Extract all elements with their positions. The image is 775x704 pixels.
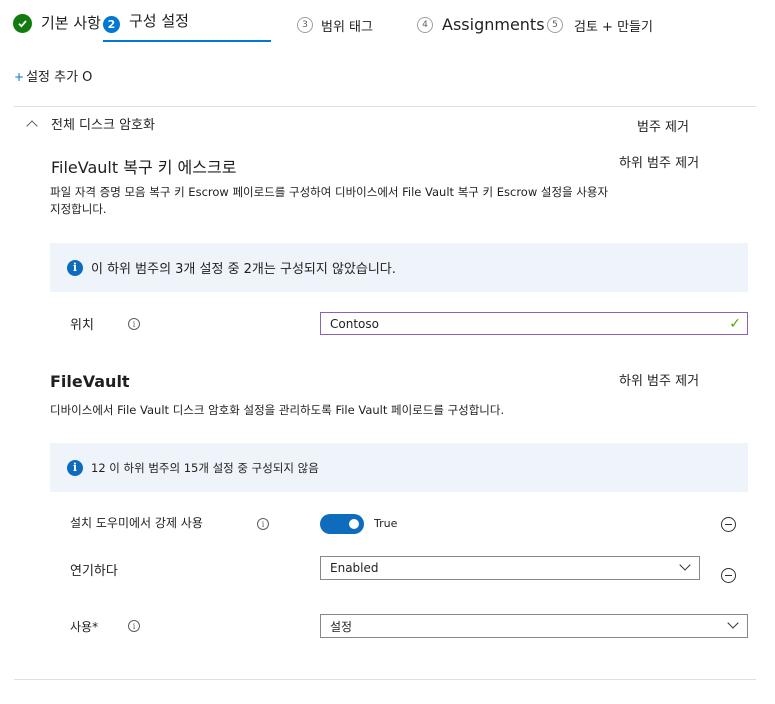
chevron-down-icon — [727, 617, 739, 629]
add-setting-label: 설정 추가 O — [26, 70, 93, 85]
step-configuration-settings[interactable]: 구성 설정 — [129, 10, 189, 31]
step-complete-icon — [13, 14, 32, 33]
defer-dropdown[interactable]: Enabled — [320, 556, 700, 580]
remove-filevault-subcategory-button[interactable]: 하위 범주 제거 — [619, 370, 699, 389]
enable-value: 설정 — [330, 619, 353, 634]
filevault-description: 디바이스에서 File Vault 디스크 암호화 설정을 관리하도록 File… — [50, 403, 505, 417]
enable-label: 사용* — [70, 620, 99, 634]
remove-category-button[interactable]: 범주 제거 — [637, 116, 689, 135]
defer-label: 연기하다 — [70, 564, 118, 579]
step-number-3: 3 — [297, 17, 313, 33]
plus-icon: + — [14, 70, 25, 84]
escrow-info-text: 이 하위 범주의 3개 설정 중 2개는 구성되지 않았습니다. — [91, 262, 396, 277]
step-review-create[interactable]: 검토 + 만들기 — [574, 16, 653, 35]
location-value: Contoso — [330, 316, 379, 331]
escrow-subcategory-title: FileVault 복구 키 에스크로 — [51, 158, 237, 177]
location-info-icon[interactable]: i — [128, 318, 140, 330]
chevron-down-icon — [679, 559, 691, 571]
filevault-info-text: 12 이 하위 범주의 15개 설정 중 구성되지 않음 — [91, 460, 319, 475]
add-setting-button[interactable]: + 설정 추가 O — [14, 66, 92, 85]
step-number-2: 2 — [103, 16, 120, 33]
collapse-chevron-icon[interactable] — [26, 120, 38, 132]
category-title: 전체 디스크 암호화 — [51, 118, 155, 133]
enable-info-icon[interactable]: i — [128, 620, 140, 632]
info-icon: i — [67, 459, 83, 476]
info-icon: i — [67, 259, 83, 276]
toggle-knob — [349, 519, 359, 529]
defer-value: Enabled — [330, 561, 379, 575]
step-scope-tags[interactable]: 범위 태그 — [321, 16, 373, 35]
remove-escrow-subcategory-button[interactable]: 하위 범주 제거 — [619, 152, 699, 171]
filevault-info-banner: i 12 이 하위 범주의 15개 설정 중 구성되지 않음 — [50, 443, 748, 492]
remove-defer-setting-icon[interactable] — [721, 568, 736, 583]
valid-check-icon: ✓ — [729, 316, 741, 332]
divider-top — [14, 106, 756, 107]
enforce-setup-assistant-label: 설치 도우미에서 강제 사용 — [70, 516, 203, 530]
escrow-description: 파일 자격 증명 모음 복구 키 Escrow 페이로드를 구성하여 디바이스에… — [50, 185, 609, 216]
enable-dropdown[interactable]: 설정 — [320, 614, 748, 638]
enforce-toggle[interactable] — [320, 514, 364, 534]
divider-bottom — [14, 679, 756, 680]
active-step-underline — [103, 40, 271, 42]
step-number-5: 5 — [547, 17, 563, 33]
enforce-info-icon[interactable]: i — [257, 518, 269, 530]
step-basics[interactable]: 기본 사항 — [41, 12, 101, 33]
step-assignments[interactable]: Assignments — [442, 15, 545, 34]
escrow-info-banner: i 이 하위 범주의 3개 설정 중 2개는 구성되지 않았습니다. — [50, 243, 748, 292]
step-number-4: 4 — [417, 17, 433, 33]
location-input[interactable]: Contoso ✓ — [320, 312, 748, 335]
filevault-subcategory-title: FileVault — [50, 372, 130, 391]
location-label: 위치 — [70, 318, 94, 333]
enforce-value: True — [374, 517, 398, 530]
remove-enforce-setting-icon[interactable] — [721, 517, 736, 532]
